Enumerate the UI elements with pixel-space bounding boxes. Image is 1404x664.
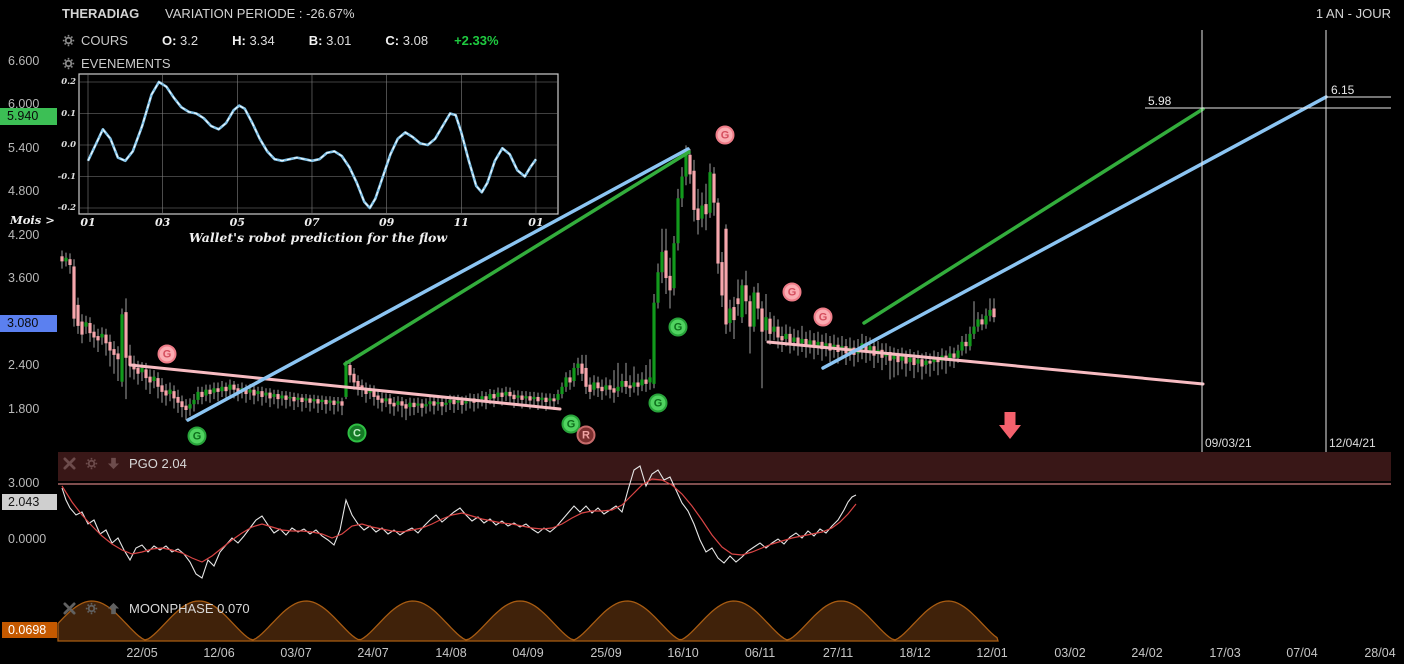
date-tick: 27/11 bbox=[822, 646, 854, 660]
price-tick: 3.600 bbox=[8, 271, 40, 285]
pgo-panel-header: PGO 2.04 bbox=[63, 456, 187, 471]
chart-canvas[interactable] bbox=[0, 0, 1404, 664]
event-marker-g[interactable]: G bbox=[187, 426, 207, 446]
pgo-axis-tick: 3.000 bbox=[8, 476, 40, 490]
date-tick: 24/07 bbox=[357, 646, 389, 660]
pgo-axis-tick: 0.0000 bbox=[8, 532, 47, 546]
pgo-value-badge: 2.043 bbox=[2, 494, 57, 510]
date-tick: 25/09 bbox=[590, 646, 622, 660]
price-tick: 2.400 bbox=[8, 358, 40, 372]
current-price-badge: 3.080 bbox=[0, 314, 57, 332]
events-legend-row: EVENEMENTS bbox=[62, 56, 171, 71]
trading-chart-app: THERADIAG VARIATION PERIODE : -26.67% 1 … bbox=[0, 0, 1404, 664]
variation-period-label: VARIATION PERIODE : -26.67% bbox=[165, 6, 355, 21]
cours-high: H: 3.34 bbox=[232, 33, 275, 48]
date-tick: 18/12 bbox=[899, 646, 931, 660]
gear-icon[interactable] bbox=[62, 57, 75, 70]
price-tick: 4.200 bbox=[8, 228, 40, 242]
date-tick: 17/03 bbox=[1209, 646, 1241, 660]
date-tick: 16/10 bbox=[667, 646, 699, 660]
inset-months-axis-label: Mois > bbox=[10, 213, 55, 227]
sell-signal-arrow-icon[interactable] bbox=[999, 412, 1021, 439]
cours-legend-row: COURS O: 3.2 H: 3.34 B: 3.01 C: 3.08 +2.… bbox=[62, 33, 499, 48]
moonphase-value-badge: 0.0698 bbox=[2, 622, 57, 638]
price-target-label: 5.98 bbox=[1148, 94, 1172, 108]
price-tick: 1.800 bbox=[8, 402, 40, 416]
date-tick: 03/02 bbox=[1054, 646, 1086, 660]
date-tick: 07/04 bbox=[1286, 646, 1318, 660]
cours-low: B: 3.01 bbox=[308, 33, 352, 48]
pgo-indicator[interactable] bbox=[58, 465, 1391, 579]
gear-icon[interactable] bbox=[62, 34, 75, 47]
date-tick: 03/07 bbox=[280, 646, 312, 660]
cours-label[interactable]: COURS bbox=[81, 33, 128, 48]
inset-y-tick: -0.1 bbox=[57, 171, 76, 182]
inset-caption: Wallet's robot prediction for the flow bbox=[188, 230, 448, 245]
cours-open: O: 3.2 bbox=[161, 33, 199, 48]
price-target-label: 6.15 bbox=[1331, 83, 1355, 97]
inset-x-tick: 11 bbox=[453, 216, 469, 229]
vertical-date-label: 09/03/21 bbox=[1205, 436, 1252, 450]
date-tick: 12/01 bbox=[976, 646, 1008, 660]
date-tick: 04/09 bbox=[512, 646, 544, 660]
date-tick: 24/02 bbox=[1131, 646, 1163, 660]
event-marker-g[interactable]: G bbox=[648, 393, 668, 413]
moonphase-indicator-label[interactable]: MOONPHASE 0.070 bbox=[129, 601, 250, 616]
inset-y-tick: 0.1 bbox=[61, 108, 76, 119]
move-up-icon[interactable] bbox=[107, 602, 120, 615]
change-percent: +2.33% bbox=[454, 33, 499, 48]
inset-x-tick: 03 bbox=[155, 216, 171, 229]
date-tick: 12/06 bbox=[203, 646, 235, 660]
date-tick: 14/08 bbox=[435, 646, 467, 660]
gear-icon[interactable] bbox=[85, 457, 98, 470]
price-tick: 6.600 bbox=[8, 54, 40, 68]
event-marker-g[interactable]: G bbox=[813, 307, 833, 327]
date-tick: 22/05 bbox=[126, 646, 158, 660]
price-tick: 5.400 bbox=[8, 141, 40, 155]
events-label[interactable]: EVENEMENTS bbox=[81, 56, 171, 71]
cours-close: C: 3.08 bbox=[385, 33, 429, 48]
inset-x-tick: 01 bbox=[80, 216, 96, 229]
price-tick: 4.800 bbox=[8, 184, 40, 198]
move-down-icon[interactable] bbox=[107, 457, 120, 470]
inset-x-tick: 07 bbox=[304, 216, 320, 229]
pgo-signal-line bbox=[61, 478, 857, 563]
event-marker-g[interactable]: G bbox=[668, 317, 688, 337]
inset-y-tick: -0.2 bbox=[57, 203, 76, 213]
moonphase-panel-header: MOONPHASE 0.070 bbox=[63, 601, 250, 616]
inset-x-tick: 09 bbox=[378, 216, 395, 229]
inset-y-tick: 0.2 bbox=[61, 77, 76, 87]
close-icon[interactable] bbox=[63, 602, 76, 615]
inset-y-tick: 0.0 bbox=[61, 140, 76, 150]
date-tick: 28/04 bbox=[1364, 646, 1396, 660]
event-marker-g[interactable]: G bbox=[715, 125, 735, 145]
event-marker-g[interactable]: G bbox=[782, 282, 802, 302]
gear-icon[interactable] bbox=[85, 602, 98, 615]
pgo-line bbox=[61, 465, 857, 579]
date-tick: 06/11 bbox=[744, 646, 776, 660]
event-marker-r[interactable]: R bbox=[576, 425, 596, 445]
pgo-indicator-label[interactable]: PGO 2.04 bbox=[129, 456, 187, 471]
timeframe-label[interactable]: 1 AN - JOUR bbox=[1316, 6, 1391, 21]
vertical-date-label: 12/04/21 bbox=[1329, 436, 1376, 450]
event-marker-g[interactable]: G bbox=[157, 344, 177, 364]
instrument-title: THERADIAG bbox=[62, 6, 140, 21]
prediction-inset-chart bbox=[78, 73, 559, 215]
last-session-price-badge: 5.940 bbox=[0, 107, 57, 125]
inset-x-tick: 01 bbox=[528, 216, 544, 229]
event-marker-c[interactable]: C bbox=[347, 423, 367, 443]
close-icon[interactable] bbox=[63, 457, 76, 470]
inset-x-tick: 05 bbox=[229, 216, 245, 229]
